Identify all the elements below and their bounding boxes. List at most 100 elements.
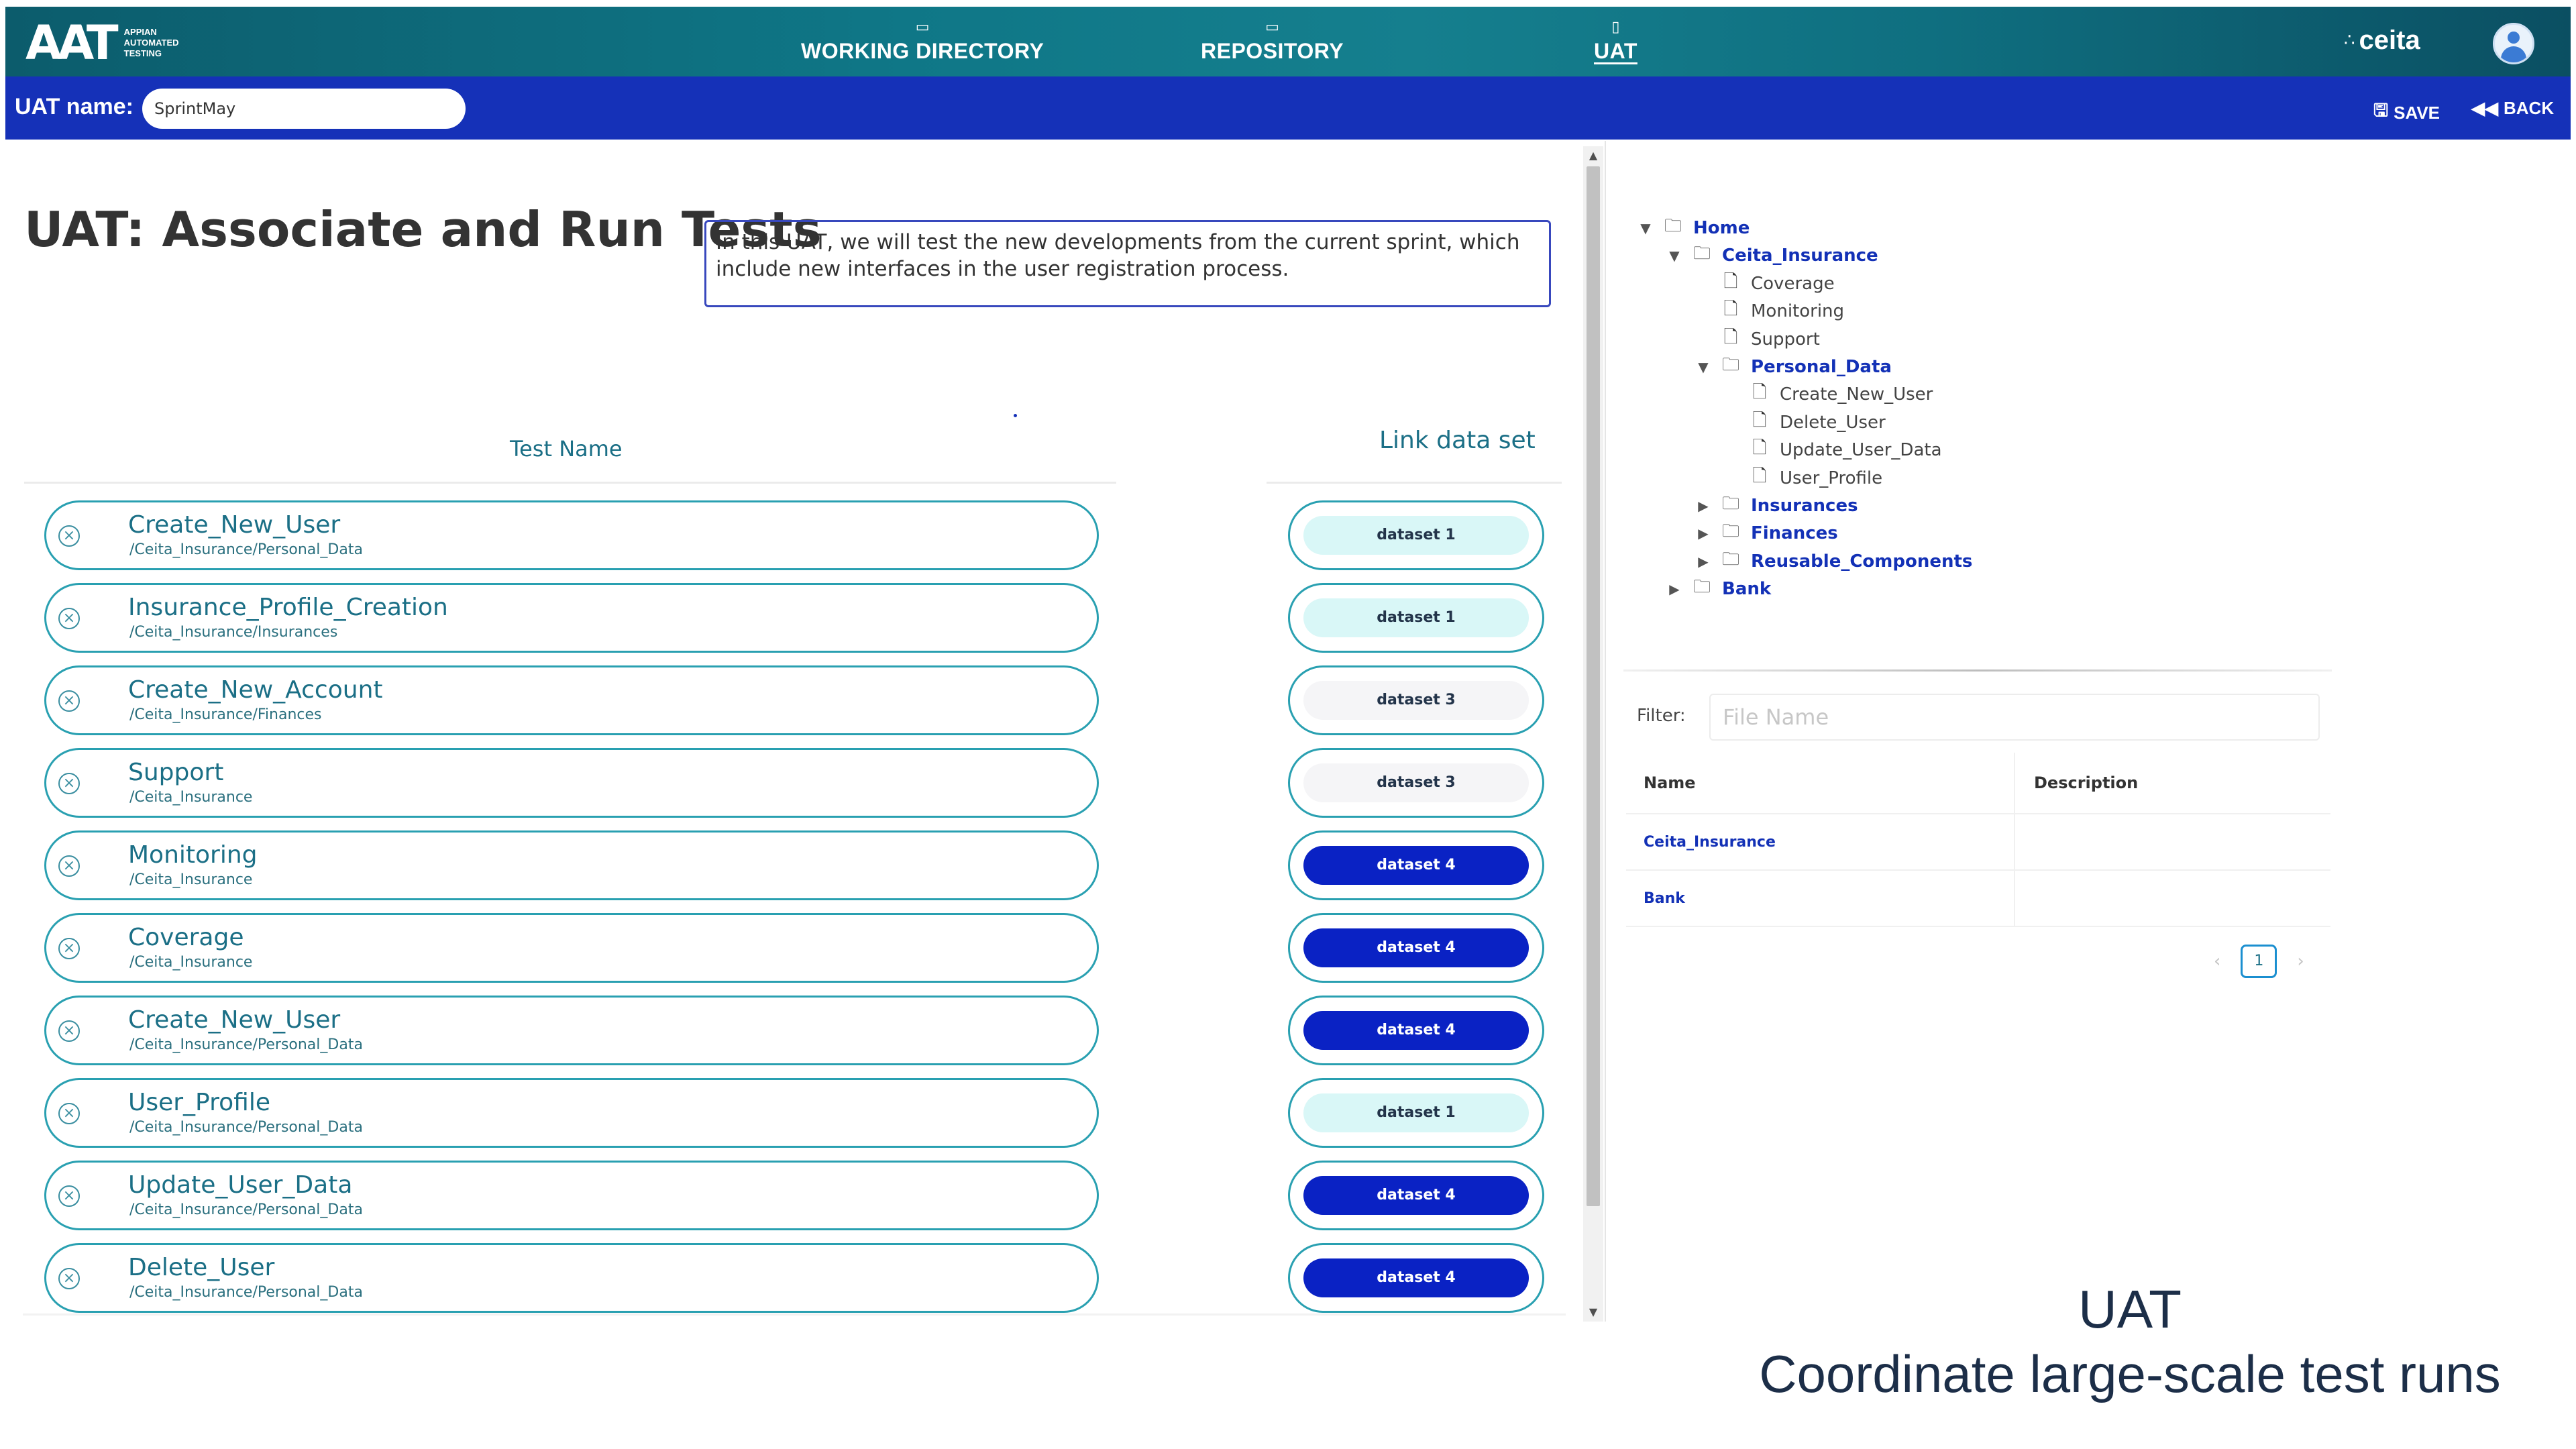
test-row[interactable]: × Update_User_Data/Ceita_Insurance/Person… (44, 1161, 1099, 1230)
tree-folder[interactable]: ▼ 🗀 Home (1638, 213, 1750, 243)
nav-label: UAT (1594, 39, 1638, 63)
tree-file[interactable]: 🗋 Coverage (1696, 269, 1835, 299)
page-number-button[interactable]: 1 (2241, 945, 2277, 978)
test-path: /Ceita_Insurance/Personal_Data (129, 1284, 363, 1301)
save-button[interactable]: 🖫 SAVE (2373, 98, 2440, 127)
test-row[interactable]: × Insurance_Profile_Creation/Ceita_Insura… (44, 583, 1099, 653)
dataset-select-button[interactable]: dataset 1 (1303, 516, 1529, 555)
test-row[interactable]: × Create_New_Account/Ceita_Insurance/Fina… (44, 665, 1099, 735)
tree-folder[interactable]: ▶ 🗀 Reusable_Components (1696, 547, 1972, 576)
expand-toggle-icon[interactable]: ▶ (1696, 525, 1711, 541)
tree-folder[interactable]: ▼ 🗀 Ceita_Insurance (1667, 241, 1878, 270)
back-icon: ◀◀ (2471, 98, 2498, 118)
previous-page-icon[interactable]: ‹ (2214, 951, 2220, 971)
dataset-select-button[interactable]: dataset 1 (1303, 598, 1529, 637)
tree-file[interactable]: 🗋 Delete_User (1725, 408, 1886, 437)
tree-node-label: User_Profile (1780, 468, 1883, 488)
tree-folder[interactable]: ▶ 🗀 Insurances (1696, 491, 1858, 521)
remove-test-icon[interactable]: × (58, 1103, 80, 1124)
dataset-select-button[interactable]: dataset 3 (1303, 763, 1529, 802)
test-name: Create_New_Account (128, 676, 383, 704)
test-row[interactable]: × Delete_User/Ceita_Insurance/Personal_Da… (44, 1243, 1099, 1313)
dataset-select-button[interactable]: dataset 4 (1303, 1176, 1529, 1215)
collapse-toggle-icon[interactable]: ▼ (1638, 220, 1653, 236)
test-row[interactable]: × Coverage/Ceita_Insurance (44, 913, 1099, 983)
expand-toggle-icon[interactable]: ▶ (1696, 553, 1711, 570)
tree-folder[interactable]: ▶ 🗀 Finances (1696, 519, 1837, 548)
test-row[interactable]: × Create_New_User/Ceita_Insurance/Persona… (44, 996, 1099, 1065)
test-row[interactable]: × User_Profile/Ceita_Insurance/Personal_D… (44, 1078, 1099, 1148)
back-button[interactable]: ◀◀ BACK (2471, 98, 2554, 119)
dataset-select-button[interactable]: dataset 4 (1303, 1258, 1529, 1297)
test-row[interactable]: × Create_New_User/Ceita_Insurance/Persona… (44, 500, 1099, 570)
grid-row[interactable]: Ceita_Insurance (1626, 814, 2330, 871)
expand-toggle-icon[interactable]: ▶ (1696, 498, 1711, 514)
vertical-scrollbar[interactable]: ▲ ▼ (1583, 146, 1603, 1322)
file-icon: 🗋 (1723, 327, 1738, 347)
test-name: Coverage (128, 924, 244, 951)
file-icon: 🗋 (1752, 382, 1767, 403)
nav-uat[interactable]: ▯ UAT (1594, 19, 1638, 66)
remove-test-icon[interactable]: × (58, 525, 80, 547)
nav-repository[interactable]: ▭ REPOSITORY (1201, 19, 1344, 66)
scroll-down-icon[interactable]: ▼ (1583, 1304, 1603, 1320)
test-path: /Ceita_Insurance/Personal_Data (129, 1201, 363, 1218)
folder-icon: 🗀 (1693, 244, 1711, 264)
dataset-cell: dataset 3 (1288, 665, 1544, 735)
filter-input[interactable] (1709, 694, 2320, 741)
nav-label: WORKING DIRECTORY (801, 39, 1044, 63)
remove-test-icon[interactable]: × (58, 1020, 80, 1042)
save-label: SAVE (2394, 102, 2440, 123)
remove-test-icon[interactable]: × (58, 690, 80, 712)
grid-cell-name[interactable]: Bank (1644, 890, 1685, 907)
test-name: Insurance_Profile_Creation (128, 594, 448, 621)
folder-icon: 🗀 (1721, 494, 1739, 514)
uat-toolbar: UAT name: 🖫 SAVE ◀◀ BACK (5, 76, 2571, 140)
remove-test-icon[interactable]: × (58, 938, 80, 959)
dataset-select-button[interactable]: dataset 4 (1303, 1011, 1529, 1050)
tree-file[interactable]: 🗋 Update_User_Data (1725, 435, 1942, 465)
collapse-toggle-icon[interactable]: ▼ (1667, 248, 1682, 264)
test-path: /Ceita_Insurance (129, 954, 253, 971)
uat-description-field[interactable]: In this UAT, we will test the new develo… (704, 220, 1551, 307)
scroll-up-icon[interactable]: ▲ (1583, 148, 1603, 164)
column-header-description[interactable]: Description (2034, 773, 2138, 792)
uat-name-input[interactable] (142, 89, 466, 129)
app-logo[interactable]: AAT APPIAN AUTOMATED TESTING (25, 16, 179, 70)
remove-test-icon[interactable]: × (58, 608, 80, 629)
collapse-toggle-icon[interactable]: ▼ (1696, 359, 1711, 375)
test-row[interactable]: × Support/Ceita_Insurance (44, 748, 1099, 818)
ceita-brand-logo: ∴ ceita (2344, 27, 2420, 54)
tree-node-label: Update_User_Data (1780, 440, 1942, 461)
tree-node-label: Delete_User (1780, 412, 1886, 433)
tree-file[interactable]: 🗋 Monitoring (1696, 297, 1845, 326)
tree-node-label: Home (1693, 218, 1750, 238)
scrollbar-thumb[interactable] (1587, 166, 1600, 1206)
test-name: Create_New_User (128, 1006, 341, 1034)
tree-file[interactable]: 🗋 Support (1696, 325, 1820, 354)
remove-test-icon[interactable]: × (58, 855, 80, 877)
tree-file[interactable]: 🗋 Create_New_User (1725, 380, 1933, 409)
tree-node-label: Insurances (1751, 496, 1858, 516)
remove-test-icon[interactable]: × (58, 1268, 80, 1289)
test-row[interactable]: × Monitoring/Ceita_Insurance (44, 830, 1099, 900)
remove-test-icon[interactable]: × (58, 773, 80, 794)
grid-row[interactable]: Bank (1626, 871, 2330, 927)
expand-toggle-icon[interactable]: ▶ (1667, 581, 1682, 597)
dataset-select-button[interactable]: dataset 4 (1303, 846, 1529, 885)
user-avatar-icon[interactable] (2493, 23, 2534, 64)
tree-folder[interactable]: ▶ 🗀 Bank (1667, 574, 1771, 604)
dataset-select-button[interactable]: dataset 1 (1303, 1093, 1529, 1132)
next-page-icon[interactable]: › (2297, 951, 2304, 971)
tree-file[interactable]: 🗋 User_Profile (1725, 464, 1883, 493)
tree-node-label: Coverage (1751, 273, 1835, 294)
tree-folder[interactable]: ▼ 🗀 Personal_Data (1696, 352, 1892, 382)
nav-working-directory[interactable]: ▭ WORKING DIRECTORY (801, 19, 1044, 66)
dataset-select-button[interactable]: dataset 4 (1303, 928, 1529, 967)
dataset-select-button[interactable]: dataset 3 (1303, 681, 1529, 720)
file-icon: 🗋 (1723, 299, 1738, 320)
column-header-name[interactable]: Name (1644, 773, 1696, 792)
save-icon: 🖫 (2373, 100, 2389, 120)
grid-cell-name[interactable]: Ceita_Insurance (1644, 834, 1776, 851)
remove-test-icon[interactable]: × (58, 1185, 80, 1207)
